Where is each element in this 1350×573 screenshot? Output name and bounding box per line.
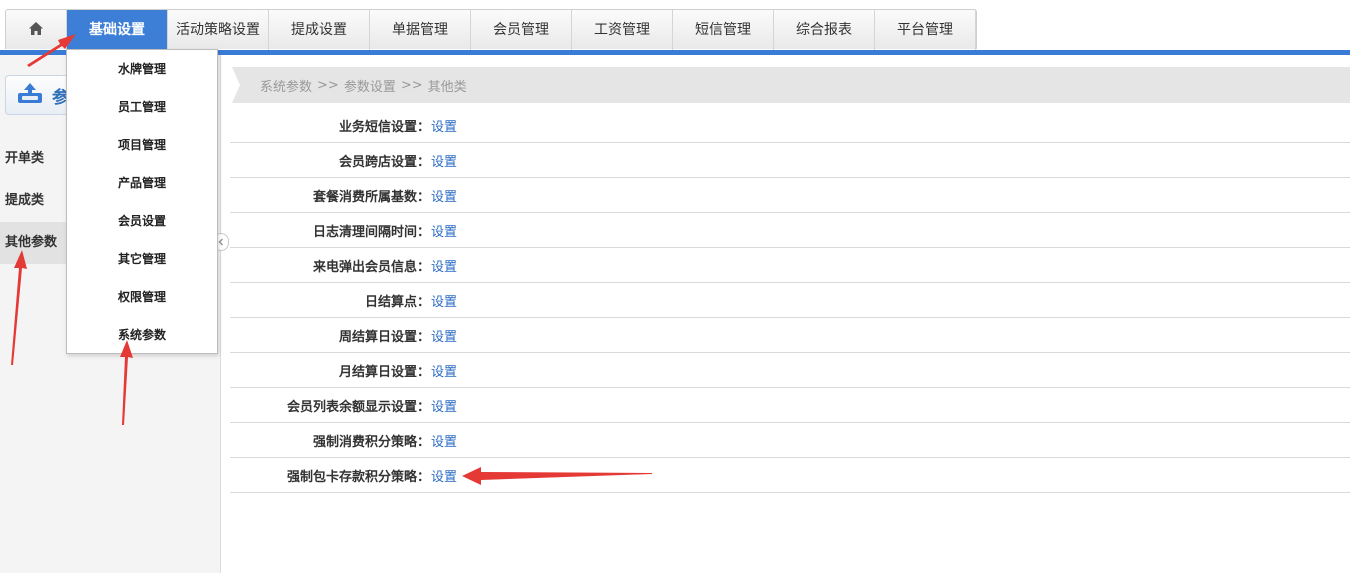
nav-tab-documents[interactable]: 单据管理	[370, 10, 471, 50]
setting-link[interactable]: 设置	[431, 186, 457, 205]
settings-list: 业务短信设置： 设置 会员跨店设置： 设置 套餐消费所属基数： 设置 日志清理间隔时间…	[230, 108, 1350, 493]
settings-row: 强制消费积分策略： 设置	[230, 423, 1350, 458]
setting-label: 会员列表余额显示设置：	[286, 399, 430, 415]
nav-tab-reports[interactable]: 综合报表	[774, 10, 875, 50]
nav-tab-commission[interactable]: 提成设置	[269, 10, 370, 50]
nav-tab-salary[interactable]: 工资管理	[572, 10, 673, 50]
menu-item-member-settings[interactable]: 会员设置	[67, 202, 217, 240]
basic-settings-dropdown: 水牌管理 员工管理 项目管理 产品管理 会员设置 其它管理 权限管理 系统参数	[66, 49, 218, 354]
nav-tab-basic-settings[interactable]: 基础设置	[67, 10, 168, 50]
setting-link[interactable]: 设置	[431, 326, 457, 345]
nav-tab-members[interactable]: 会员管理	[471, 10, 572, 50]
setting-label: 周结算日设置：	[338, 329, 430, 345]
settings-row: 日志清理间隔时间： 设置	[230, 213, 1350, 248]
setting-label: 强制消费积分策略：	[312, 434, 430, 450]
setting-link[interactable]: 设置	[431, 291, 457, 310]
nav-tab-sms[interactable]: 短信管理	[673, 10, 774, 50]
settings-row: 业务短信设置： 设置	[230, 108, 1350, 143]
settings-row: 周结算日设置： 设置	[230, 318, 1350, 353]
home-button[interactable]	[6, 10, 67, 50]
setting-link[interactable]: 设置	[431, 116, 457, 135]
setting-label: 强制包卡存款积分策略：	[286, 469, 430, 485]
settings-row: 会员列表余额显示设置： 设置	[230, 388, 1350, 423]
menu-item-other[interactable]: 其它管理	[67, 240, 217, 278]
setting-label: 来电弹出会员信息：	[312, 259, 430, 275]
setting-label: 日结算点：	[364, 294, 430, 310]
parameter-icon	[16, 81, 44, 109]
breadcrumb-item: 系统参数	[260, 79, 313, 95]
breadcrumb-separator: >>	[317, 77, 339, 93]
setting-link[interactable]: 设置	[431, 466, 457, 485]
breadcrumb-arrow-icon	[232, 67, 240, 103]
setting-link[interactable]: 设置	[431, 396, 457, 415]
setting-label: 会员跨店设置：	[338, 154, 430, 170]
breadcrumb: 系统参数 >> 参数设置 >> 其他类	[232, 67, 1350, 103]
nav-tab-platform[interactable]: 平台管理	[875, 10, 976, 50]
menu-item-staff[interactable]: 员工管理	[67, 88, 217, 126]
sidebar-item-other-params[interactable]: 其他参数	[0, 222, 66, 264]
setting-label: 日志清理间隔时间：	[312, 224, 430, 240]
chevron-left-icon	[217, 235, 225, 250]
setting-label: 套餐消费所属基数：	[312, 189, 430, 205]
menu-item-water-card[interactable]: 水牌管理	[67, 50, 217, 88]
settings-row: 日结算点： 设置	[230, 283, 1350, 318]
menu-item-permissions[interactable]: 权限管理	[67, 278, 217, 316]
setting-link[interactable]: 设置	[431, 361, 457, 380]
setting-link[interactable]: 设置	[431, 151, 457, 170]
setting-link[interactable]: 设置	[431, 431, 457, 450]
settings-row: 月结算日设置： 设置	[230, 353, 1350, 388]
nav-tab-activity-strategy[interactable]: 活动策略设置	[168, 10, 269, 50]
setting-label: 业务短信设置：	[338, 119, 430, 135]
sidebar-item-commission[interactable]: 提成类	[0, 180, 66, 222]
sidebar-item-order[interactable]: 开单类	[0, 138, 66, 180]
settings-row: 强制包卡存款积分策略： 设置	[230, 458, 1350, 493]
breadcrumb-item: 参数设置	[343, 79, 396, 95]
settings-row: 套餐消费所属基数： 设置	[230, 178, 1350, 213]
menu-item-product[interactable]: 产品管理	[67, 164, 217, 202]
setting-label: 月结算日设置：	[338, 364, 430, 380]
home-icon	[29, 21, 43, 39]
top-navigation: 基础设置 活动策略设置 提成设置 单据管理 会员管理 工资管理 短信管理 综合报…	[5, 9, 977, 50]
breadcrumb-separator: >>	[400, 77, 423, 93]
setting-link[interactable]: 设置	[431, 221, 457, 240]
breadcrumb-item-current: 其他类	[427, 79, 467, 95]
settings-row: 来电弹出会员信息： 设置	[230, 248, 1350, 283]
menu-item-system-params[interactable]: 系统参数	[67, 316, 217, 354]
setting-link[interactable]: 设置	[431, 256, 457, 275]
menu-item-project[interactable]: 项目管理	[67, 126, 217, 164]
settings-row: 会员跨店设置： 设置	[230, 143, 1350, 178]
